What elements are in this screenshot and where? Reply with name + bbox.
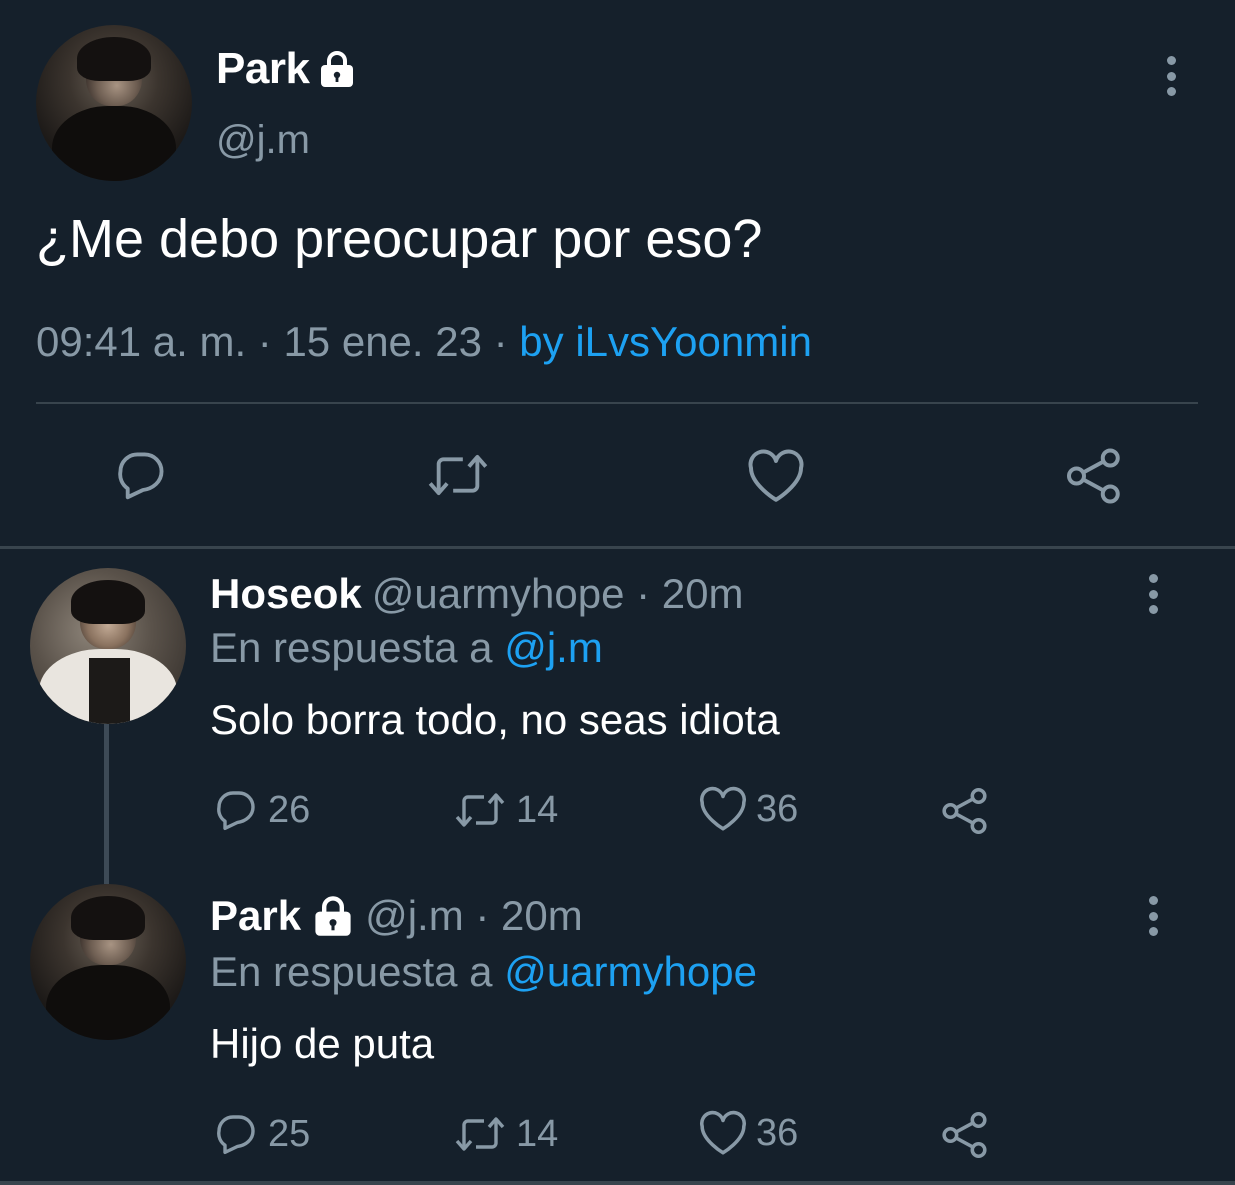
avatar[interactable] bbox=[30, 884, 186, 1040]
like-count: 36 bbox=[756, 787, 799, 830]
reply-icon[interactable] bbox=[112, 446, 170, 504]
lock-icon bbox=[315, 896, 351, 936]
lock-icon bbox=[321, 51, 354, 87]
reply-prefix: En respuesta a bbox=[210, 624, 493, 671]
divider bbox=[0, 1181, 1235, 1185]
retweet-stat[interactable]: 14 bbox=[452, 1110, 558, 1158]
mention-link[interactable]: @j.m bbox=[504, 624, 603, 671]
reply-header: Park @j.m · 20m bbox=[210, 892, 583, 940]
like-stat[interactable]: 36 bbox=[698, 1110, 798, 1156]
tweet-text: Solo borra todo, no seas idiota bbox=[210, 696, 780, 743]
author-name-row[interactable]: Park bbox=[216, 44, 357, 94]
like-icon bbox=[700, 786, 746, 831]
avatar[interactable] bbox=[36, 25, 192, 181]
reply-prefix: En respuesta a bbox=[210, 948, 493, 995]
like-stat[interactable]: 36 bbox=[698, 786, 798, 832]
reply-icon bbox=[217, 1115, 255, 1155]
retweet-count: 14 bbox=[516, 788, 559, 831]
more-options-icon[interactable] bbox=[1146, 896, 1160, 936]
reply-context: En respuesta a @uarmyhope bbox=[210, 948, 757, 996]
avatar[interactable] bbox=[30, 568, 186, 724]
retweet-stat[interactable]: 14 bbox=[452, 786, 558, 834]
share-icon[interactable] bbox=[940, 786, 990, 836]
retweet-icon bbox=[455, 1117, 505, 1151]
author-handle[interactable]: @j.m · 20m bbox=[365, 892, 583, 940]
retweet-icon bbox=[455, 793, 505, 827]
author-name[interactable]: Park bbox=[216, 44, 310, 94]
reply-count: 25 bbox=[268, 1112, 311, 1155]
like-icon bbox=[700, 1110, 746, 1155]
main-tweet: Park @j.m ¿Me debo preocupar por eso? 09… bbox=[0, 0, 1235, 548]
mention-link[interactable]: @uarmyhope bbox=[504, 948, 757, 995]
author-handle[interactable]: @uarmyhope · 20m bbox=[372, 570, 744, 618]
share-icon[interactable] bbox=[940, 1110, 990, 1160]
like-icon[interactable] bbox=[746, 448, 806, 504]
tweet-timestamp: 09:41 a. m. · 15 ene. 23 · bbox=[36, 318, 520, 365]
reply-count: 26 bbox=[268, 788, 311, 831]
author-name[interactable]: Hoseok bbox=[210, 570, 362, 618]
tweet-source-link[interactable]: by iLvsYoonmin bbox=[519, 318, 812, 365]
author-handle[interactable]: @j.m bbox=[216, 118, 310, 163]
share-icon[interactable] bbox=[1064, 446, 1124, 506]
reply-icon bbox=[217, 791, 255, 831]
retweet-icon[interactable] bbox=[424, 446, 492, 504]
reply-stat[interactable]: 26 bbox=[212, 786, 310, 834]
reply-stat[interactable]: 25 bbox=[212, 1110, 310, 1158]
tweet-thread-view: Park @j.m ¿Me debo preocupar por eso? 09… bbox=[0, 0, 1235, 1185]
author-name[interactable]: Park bbox=[210, 892, 301, 940]
more-options-icon[interactable] bbox=[1146, 574, 1160, 614]
tweet-text: Hijo de puta bbox=[210, 1020, 435, 1067]
thread-connector bbox=[104, 724, 109, 884]
tweet-meta: 09:41 a. m. · 15 ene. 23 · by iLvsYoonmi… bbox=[36, 318, 812, 366]
section-divider bbox=[0, 546, 1235, 549]
reply-header: Hoseok @uarmyhope · 20m bbox=[210, 570, 744, 618]
tweet-text: ¿Me debo preocupar por eso? bbox=[36, 209, 763, 269]
reply-context: En respuesta a @j.m bbox=[210, 624, 603, 672]
retweet-count: 14 bbox=[516, 1112, 559, 1155]
like-count: 36 bbox=[756, 1111, 799, 1154]
more-options-icon[interactable] bbox=[1164, 56, 1178, 96]
divider bbox=[36, 402, 1198, 404]
